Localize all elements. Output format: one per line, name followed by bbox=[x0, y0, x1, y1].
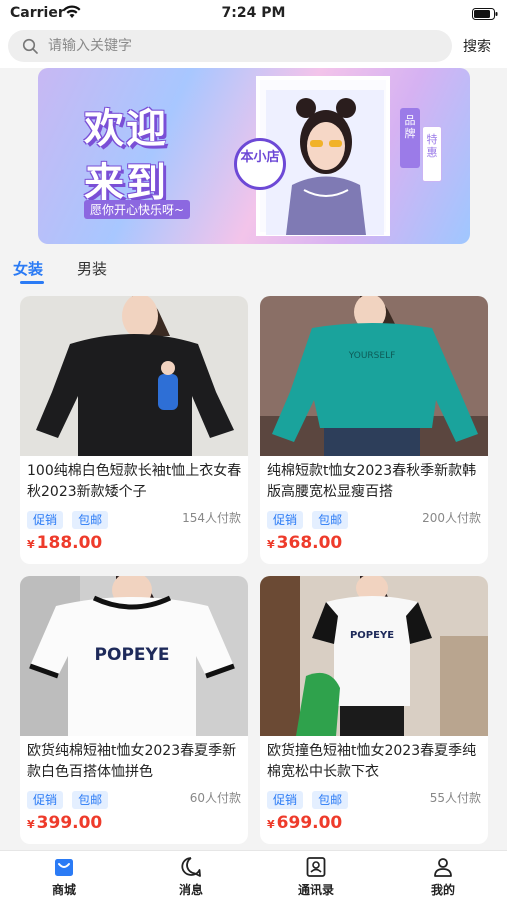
promo-tag: 促销 bbox=[267, 511, 304, 529]
svg-text:POPEYE: POPEYE bbox=[350, 630, 394, 641]
product-price: ¥699.00 bbox=[267, 813, 342, 833]
product-card[interactable]: YOURSELF 纯棉短款t恤女2023春秋季新款韩版高腰宽松显瘦百搭 促销 包… bbox=[260, 296, 488, 564]
price-value: 399.00 bbox=[36, 813, 103, 833]
status-bar: Carrier 7:24 PM bbox=[0, 0, 507, 28]
banner-tag-deal: 特惠 bbox=[422, 126, 442, 182]
category-tabs: 女装 男装 bbox=[0, 250, 507, 286]
product-image: POPEYE bbox=[260, 576, 488, 736]
product-title: 纯棉短款t恤女2023春秋季新款韩版高腰宽松显瘦百搭 bbox=[267, 463, 477, 500]
currency-symbol: ¥ bbox=[267, 818, 275, 831]
promo-tag: 促销 bbox=[267, 791, 304, 809]
paid-count: 55人付款 bbox=[429, 791, 481, 805]
search-button[interactable]: 搜索 bbox=[463, 36, 491, 56]
banner-title-line1: 欢迎 bbox=[84, 106, 168, 152]
product-tags: 促销 包邮 bbox=[27, 509, 112, 529]
price-value: 188.00 bbox=[36, 533, 103, 553]
free-shipping-tag: 包邮 bbox=[72, 791, 109, 809]
currency-symbol: ¥ bbox=[267, 538, 275, 551]
svg-text:YOURSELF: YOURSELF bbox=[348, 351, 396, 361]
search-box[interactable] bbox=[8, 30, 452, 62]
free-shipping-tag: 包邮 bbox=[312, 791, 349, 809]
product-card[interactable]: 100纯棉白色短款长袖t恤上衣女春秋2023新款矮个子 促销 包邮 154人付款… bbox=[20, 296, 248, 564]
product-card[interactable]: POPEYE 欧货纯棉短袖t恤女2023春夏季新款白色百搭体恤拼色 促销 包邮 … bbox=[20, 576, 248, 844]
nav-item-contacts[interactable]: 通讯录 bbox=[281, 855, 351, 898]
currency-symbol: ¥ bbox=[27, 538, 35, 551]
nav-item-profile[interactable]: 我的 bbox=[408, 855, 478, 898]
banner-badge: 本小店 bbox=[234, 138, 286, 190]
chat-bubble-icon bbox=[181, 857, 201, 877]
product-title: 100纯棉白色短款长袖t恤上衣女春秋2023新款矮个子 bbox=[27, 463, 242, 500]
product-image: YOURSELF bbox=[260, 296, 488, 456]
banner-subtitle: 愿你开心快乐呀~ bbox=[84, 200, 191, 219]
free-shipping-tag: 包邮 bbox=[312, 511, 349, 529]
battery-icon bbox=[472, 8, 498, 20]
product-card[interactable]: POPEYE 欧货撞色短袖t恤女2023春夏季纯棉宽松中长款下衣 促销 包邮 5… bbox=[260, 576, 488, 844]
nav-item-shop[interactable]: 商城 bbox=[29, 855, 99, 898]
nav-label: 消息 bbox=[178, 883, 203, 897]
free-shipping-tag: 包邮 bbox=[72, 511, 109, 529]
price-value: 699.00 bbox=[276, 813, 343, 833]
paid-count: 154人付款 bbox=[182, 511, 241, 525]
person-icon bbox=[434, 858, 452, 877]
tab-men[interactable]: 男装 bbox=[77, 258, 107, 279]
clock: 7:24 PM bbox=[221, 5, 286, 21]
product-title: 欧货撞色短袖t恤女2023春夏季纯棉宽松中长款下衣 bbox=[267, 743, 477, 780]
bottom-nav: 商城 消息 通讯录 我的 bbox=[0, 850, 507, 900]
product-price: ¥368.00 bbox=[267, 533, 342, 553]
product-image: POPEYE bbox=[20, 576, 248, 736]
search-bar: 搜索 bbox=[0, 28, 507, 68]
product-tags: 促销 包邮 bbox=[27, 789, 112, 809]
nav-label: 通讯录 bbox=[297, 883, 334, 897]
nav-item-messages[interactable]: 消息 bbox=[156, 855, 226, 898]
shop-bag-icon bbox=[55, 859, 73, 876]
product-price: ¥188.00 bbox=[27, 533, 102, 553]
nav-label: 我的 bbox=[430, 883, 455, 897]
product-title: 欧货纯棉短袖t恤女2023春夏季新款白色百搭体恤拼色 bbox=[27, 743, 237, 780]
contacts-icon bbox=[306, 857, 326, 877]
product-image bbox=[20, 296, 248, 456]
nav-label: 商城 bbox=[51, 883, 76, 897]
promo-tag: 促销 bbox=[27, 511, 64, 529]
currency-symbol: ¥ bbox=[27, 818, 35, 831]
product-price: ¥399.00 bbox=[27, 813, 102, 833]
svg-text:POPEYE: POPEYE bbox=[95, 645, 170, 665]
paid-count: 200人付款 bbox=[422, 511, 481, 525]
tab-women[interactable]: 女装 bbox=[13, 258, 43, 279]
search-input[interactable] bbox=[48, 30, 438, 62]
promo-tag: 促销 bbox=[27, 791, 64, 809]
promo-banner[interactable]: 欢迎 来到 愿你开心快乐呀~ 本小店 品牌 特惠 bbox=[38, 68, 470, 244]
price-value: 368.00 bbox=[276, 533, 343, 553]
product-tags: 促销 包邮 bbox=[267, 509, 352, 529]
banner-tag-brand: 品牌 bbox=[400, 108, 420, 168]
search-icon bbox=[22, 38, 38, 54]
product-tags: 促销 包邮 bbox=[267, 789, 352, 809]
paid-count: 60人付款 bbox=[189, 791, 241, 805]
active-tab-indicator bbox=[20, 281, 44, 284]
